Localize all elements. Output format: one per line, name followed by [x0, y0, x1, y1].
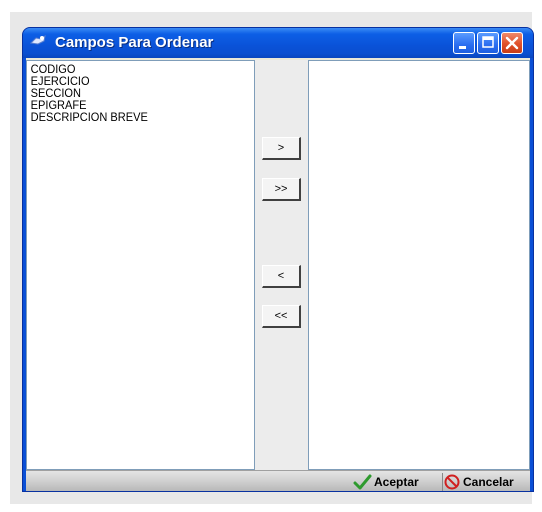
- list-item[interactable]: DESCRIPCION BREVE: [27, 111, 236, 123]
- move-buttons-panel: > >> < <<: [255, 60, 308, 470]
- checkmark-icon: [353, 474, 372, 490]
- move-all-right-button[interactable]: >>: [262, 178, 301, 201]
- maximize-icon: [482, 36, 494, 48]
- available-fields-list[interactable]: CODIGO EJERCICIO SECCION EPIGRAFE DESCRIPCIO…: [26, 60, 255, 470]
- dialog-window: Campos Para Ordenar CODIGO EJERCICIO SECCI…: [22, 27, 534, 492]
- title-bar[interactable]: Campos Para Ordenar: [23, 28, 533, 58]
- close-icon: [505, 36, 519, 50]
- cancel-icon: [444, 474, 460, 490]
- window-title: Campos Para Ordenar: [55, 34, 214, 51]
- button-bar: Aceptar Cancelar: [26, 470, 530, 491]
- close-button[interactable]: [501, 32, 523, 54]
- minimize-button[interactable]: [453, 32, 475, 54]
- cancel-button[interactable]: Cancelar: [442, 473, 531, 491]
- selected-fields-list[interactable]: [308, 60, 530, 470]
- move-all-left-button[interactable]: <<: [262, 305, 301, 328]
- minimize-icon: [459, 46, 466, 49]
- cancel-label: Cancelar: [463, 475, 514, 489]
- dialog-client-area: CODIGO EJERCICIO SECCION EPIGRAFE DESCRIPCIO…: [26, 58, 530, 491]
- app-icon: [29, 34, 47, 48]
- move-one-left-button[interactable]: <: [262, 265, 301, 288]
- maximize-button[interactable]: [477, 32, 499, 54]
- accept-button[interactable]: Aceptar: [352, 473, 440, 491]
- accept-label: Aceptar: [374, 475, 419, 489]
- move-one-right-button[interactable]: >: [262, 137, 301, 160]
